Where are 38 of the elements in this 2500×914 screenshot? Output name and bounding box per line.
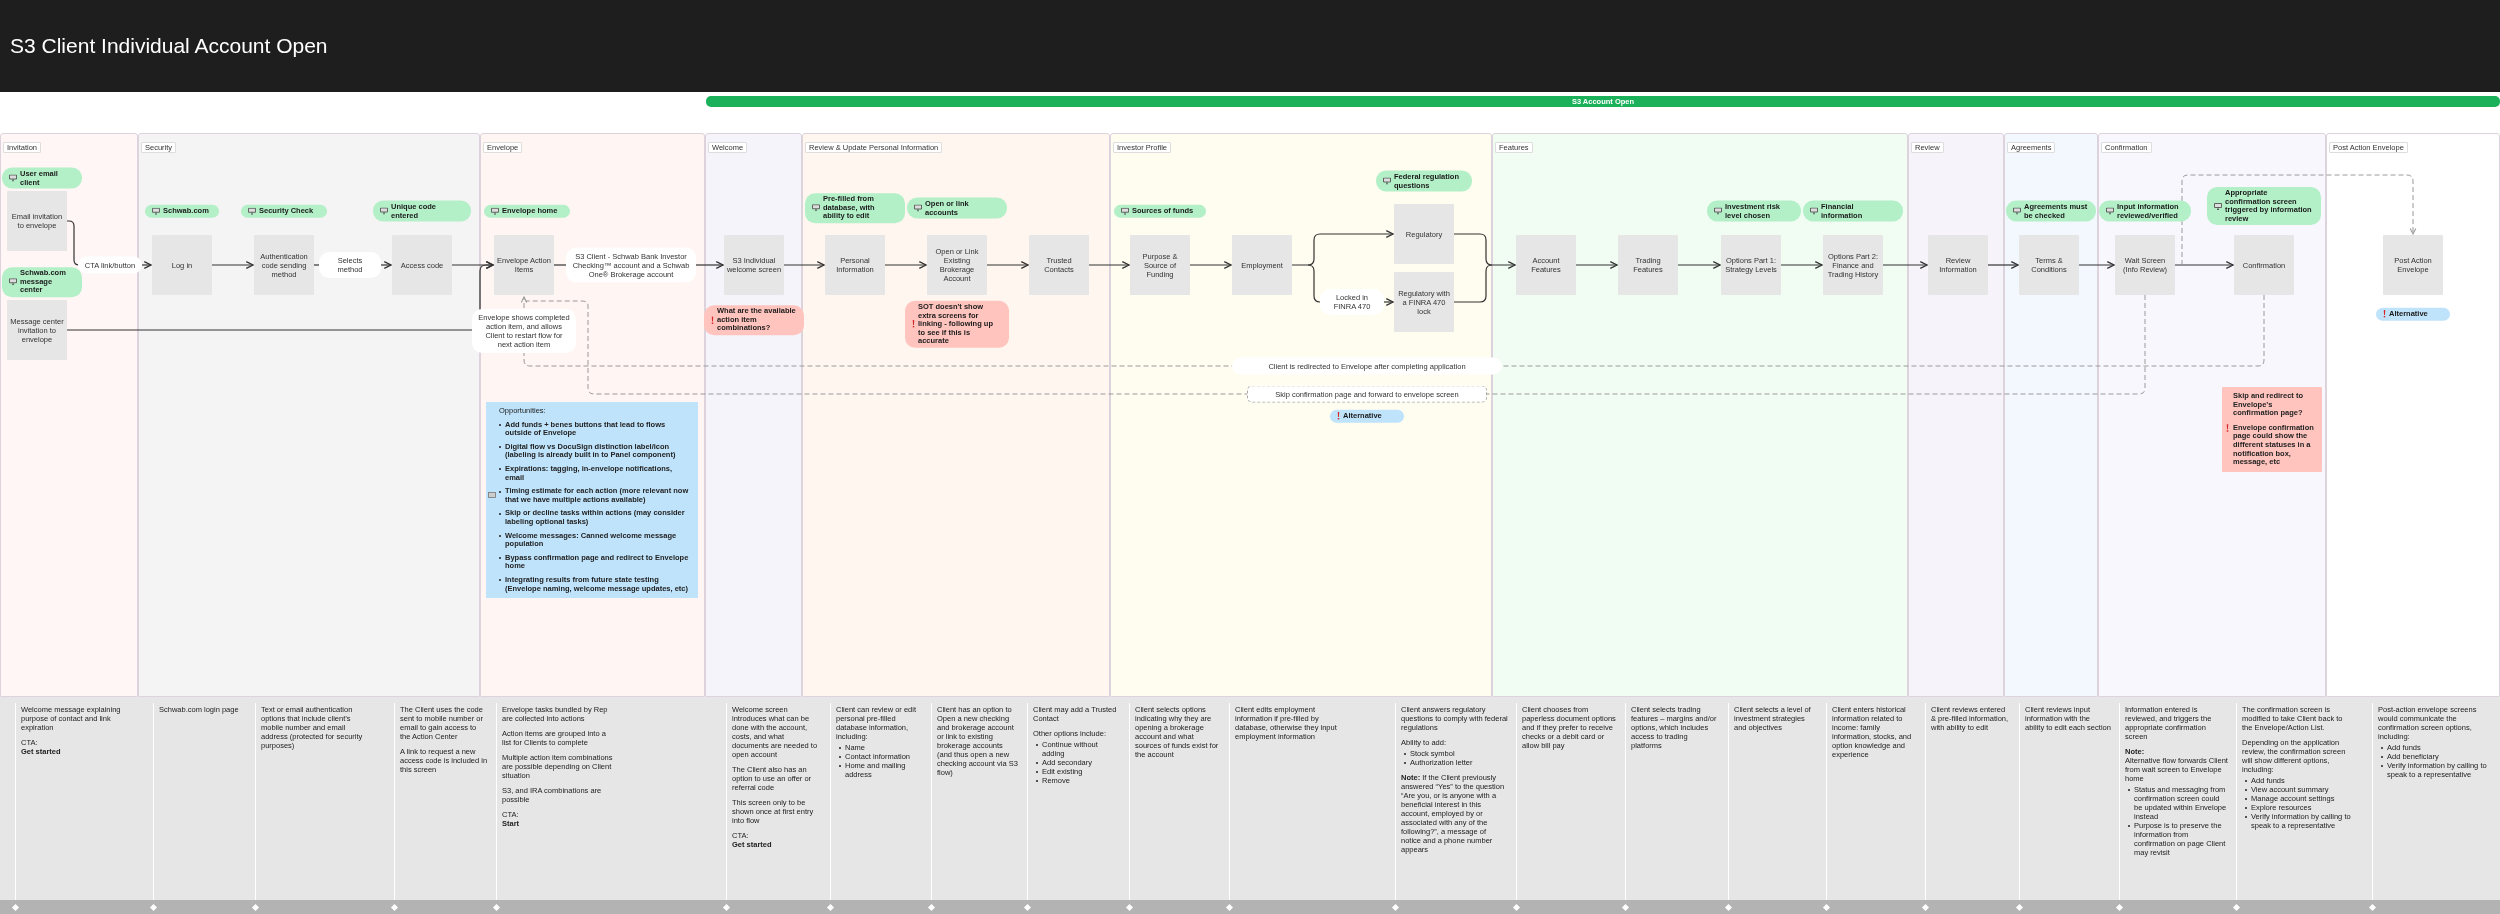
monitor-icon [914, 204, 922, 212]
connector-arrow [884, 261, 927, 269]
monitor-icon [1714, 207, 1722, 215]
connector-arrow [1780, 261, 1823, 269]
monitor-icon [2214, 202, 2222, 210]
connector-arrow [986, 261, 1029, 269]
monitor-icon [9, 174, 17, 182]
page-title: S3 Client Individual Account Open [10, 34, 328, 58]
connector-arrow [783, 261, 825, 269]
monitor-icon [812, 204, 820, 212]
alert-icon [711, 316, 714, 324]
connector-arrow [1575, 261, 1618, 269]
monitor-icon [248, 207, 256, 215]
connector-arrow [1189, 261, 1232, 269]
connector-line [553, 264, 567, 266]
connector-line [66, 220, 80, 266]
monitor-icon [2013, 207, 2021, 215]
monitor-icon [1810, 207, 1818, 215]
monitor-icon [380, 207, 388, 215]
monitor-icon [1121, 207, 1129, 215]
alert-icon [1337, 412, 1340, 420]
connector-arrow [1882, 261, 1928, 269]
connector-line [313, 264, 320, 266]
alert-icon [912, 320, 915, 328]
monitor-icon [1383, 177, 1391, 185]
comment-icon [488, 492, 496, 498]
connector-arrow [695, 261, 724, 269]
connector-arrow [1987, 261, 2019, 269]
alert-icon [2383, 310, 2386, 318]
monitor-icon [2106, 207, 2114, 215]
connector-arrow [2078, 261, 2115, 269]
monitor-icon [9, 278, 17, 286]
monitor-icon [152, 207, 160, 215]
connector-arrow [1453, 233, 1516, 269]
connector-arrow [1677, 261, 1721, 269]
monitor-icon [491, 207, 499, 215]
connector-arrow [1088, 261, 1130, 269]
alert-icon [2226, 423, 2229, 432]
